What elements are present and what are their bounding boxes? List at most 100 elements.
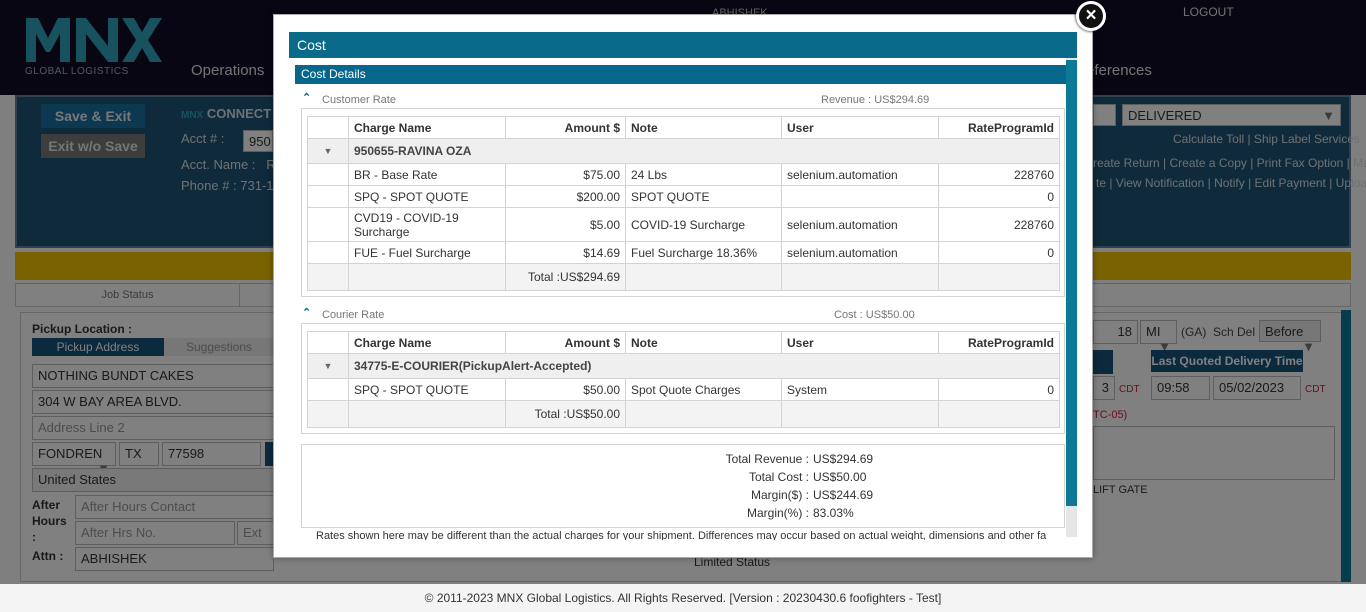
total-cell: Total :US$294.69 (505, 263, 626, 291)
acct-input[interactable]: 950 (243, 130, 273, 152)
header-amount[interactable]: Amount $ (505, 331, 626, 354)
logout-link[interactable]: LOGOUT (1183, 5, 1234, 19)
customer-rate-collapse-icon[interactable]: ⌃ (302, 91, 311, 104)
status-input-left[interactable] (1093, 104, 1116, 126)
footer-text: © 2011-2023 MNX Global Logistics. All Ri… (424, 591, 942, 605)
date-field[interactable]: 05/02/2023 (1213, 376, 1301, 400)
lift-gate-label: LIFT GATE (1093, 484, 1148, 496)
address2-field[interactable]: Address Line 2 (32, 416, 274, 440)
total-row: Total :US$50.00 (307, 400, 1060, 428)
table-row: SPQ - SPOT QUOTE $200.00 SPOT QUOTE 0 (307, 185, 1060, 208)
time-field-left[interactable]: 3 (1093, 376, 1115, 400)
chevron-down-icon: ▼ (1302, 339, 1315, 354)
group-row: ▼ 34775-E-COURIER(PickupAlert-Accepted) (307, 353, 1060, 379)
customer-rate-table: Charge Name Amount $ Note User RateProgr… (307, 116, 1060, 291)
quoted-btn-left[interactable] (1093, 350, 1113, 374)
after-hours-contact-field[interactable]: After Hours Contact (75, 495, 274, 519)
last-quoted-delivery-time-button[interactable]: Last Quoted Delivery Time (1151, 350, 1303, 372)
table-row: BR - Base Rate $75.00 24 Lbs selenium.au… (307, 163, 1060, 186)
tab-pickup-address[interactable]: Pickup Address (32, 338, 164, 356)
acct-name-label: Acct. Name : R (181, 157, 276, 172)
header-rate-program-id[interactable]: RateProgramId (938, 331, 1060, 354)
sch-del-label: Sch Del - (1213, 325, 1263, 339)
modal-scrollbar-thumb[interactable] (1066, 60, 1077, 506)
margin-percent-value: 83.03% (813, 506, 854, 520)
connect-label: MNX CONNECT (181, 106, 272, 121)
city-select[interactable]: FONDREN▼ (32, 442, 116, 476)
nav-preferences[interactable]: eferences (1086, 62, 1152, 79)
sch-del-select[interactable]: Before ▼ (1259, 320, 1321, 354)
header-charge-name[interactable]: Charge Name (348, 331, 506, 354)
zip-field[interactable]: 77598 (162, 442, 261, 466)
page-scrollbar[interactable] (1341, 310, 1351, 582)
rate-program-id-cell: 0 (938, 241, 1060, 264)
chevron-down-icon: ▼ (1322, 108, 1335, 123)
table-row: FUE - Fuel Surcharge $14.69 Fuel Surchar… (307, 241, 1060, 264)
tab-suggestions[interactable]: Suggestions (164, 338, 274, 356)
header-rate-program-id[interactable]: RateProgramId (938, 116, 1060, 139)
cost-label: Cost : US$50.00 (834, 309, 915, 321)
pickup-location-label: Pickup Location : (32, 322, 133, 336)
courier-rate-collapse-icon[interactable]: ⌃ (302, 306, 311, 319)
rate-program-id-cell: 0 (938, 378, 1060, 401)
header-user[interactable]: User (781, 331, 939, 354)
mi-select[interactable]: MI ▼ (1140, 320, 1177, 354)
cdt-label-1: CDT (1119, 384, 1140, 395)
total-cost-value: US$50.00 (813, 470, 867, 484)
disclaimer-text: Rates shown here may be different than t… (316, 530, 1047, 540)
after-hours-number-field[interactable]: After Hrs No. (75, 521, 235, 545)
note-cell: SPOT QUOTE (625, 185, 782, 208)
rate-program-id-cell: 228760 (938, 207, 1060, 242)
header-note[interactable]: Note (625, 331, 782, 354)
group-collapse-icon[interactable]: ▼ (307, 353, 349, 379)
exit-without-save-button[interactable]: Exit w/o Save (41, 134, 145, 158)
header-amount[interactable]: Amount $ (505, 116, 626, 139)
nav-operations[interactable]: Operations (191, 62, 264, 79)
state-field[interactable]: TX (119, 442, 159, 466)
group-row: ▼ 950655-RAVINA OZA (307, 138, 1060, 164)
status-select[interactable]: DELIVERED ▼ (1122, 104, 1341, 126)
cost-details-header: Cost Details (295, 65, 1066, 84)
charge-name-cell: FUE - Fuel Surcharge (348, 241, 506, 264)
charge-name-cell: SPQ - SPOT QUOTE (348, 378, 506, 401)
notes-area[interactable] (1093, 426, 1335, 480)
header-user[interactable]: User (781, 116, 939, 139)
links-row-3[interactable]: te | View Notification | Notify | Edit P… (1096, 176, 1366, 190)
tab-job-status[interactable]: Job Status (16, 284, 240, 306)
header-expand (307, 331, 349, 354)
attn-field[interactable]: ABHISHEK (75, 547, 274, 571)
company-field[interactable]: NOTHING BUNDT CAKES (32, 364, 274, 388)
acct-label: Acct # : (181, 131, 225, 146)
group-collapse-icon[interactable]: ▼ (307, 138, 349, 164)
user-cell: selenium.automation (781, 163, 939, 186)
courier-rate-title[interactable]: Courier Rate (322, 309, 384, 321)
user-cell: selenium.automation (781, 241, 939, 264)
after-hours-ext-field[interactable]: Ext (237, 521, 274, 545)
user-cell: selenium.automation (781, 207, 939, 242)
tc-label: TC-05) (1093, 409, 1128, 421)
close-icon[interactable]: × (1076, 1, 1106, 31)
charge-name-cell: BR - Base Rate (348, 163, 506, 186)
total-cell: Total :US$50.00 (505, 400, 626, 428)
miles-field[interactable]: 18 (1093, 320, 1138, 344)
mnx-mini-label: MNX (181, 110, 204, 121)
amount-cell: $50.00 (505, 378, 626, 401)
save-exit-button[interactable]: Save & Exit (41, 104, 145, 128)
note-cell: Fuel Surcharge 18.36% (625, 241, 782, 264)
time-field[interactable]: 09:58 (1151, 376, 1210, 400)
address1-field[interactable]: 304 W BAY AREA BLVD. (32, 390, 274, 414)
country-field[interactable]: United States (32, 468, 274, 492)
ga-label: (GA) (1181, 325, 1207, 339)
links-row-1[interactable]: Calculate Toll | Ship Label Services (1173, 132, 1360, 146)
after-hours-label: After Hours : (32, 498, 67, 544)
cdt-label-2: CDT (1305, 384, 1326, 395)
charge-name-cell: SPQ - SPOT QUOTE (348, 185, 506, 208)
header-charge-name[interactable]: Charge Name (348, 116, 506, 139)
customer-rate-title[interactable]: Customer Rate (322, 94, 396, 106)
group-name: 34775-E-COURIER(PickupAlert-Accepted) (348, 353, 1060, 379)
links-row-2[interactable]: reate Return | Create a Copy | Print Fax… (1093, 156, 1366, 170)
amount-cell: $200.00 (505, 185, 626, 208)
user-cell (781, 185, 939, 208)
header-note[interactable]: Note (625, 116, 782, 139)
note-cell: 24 Lbs (625, 163, 782, 186)
